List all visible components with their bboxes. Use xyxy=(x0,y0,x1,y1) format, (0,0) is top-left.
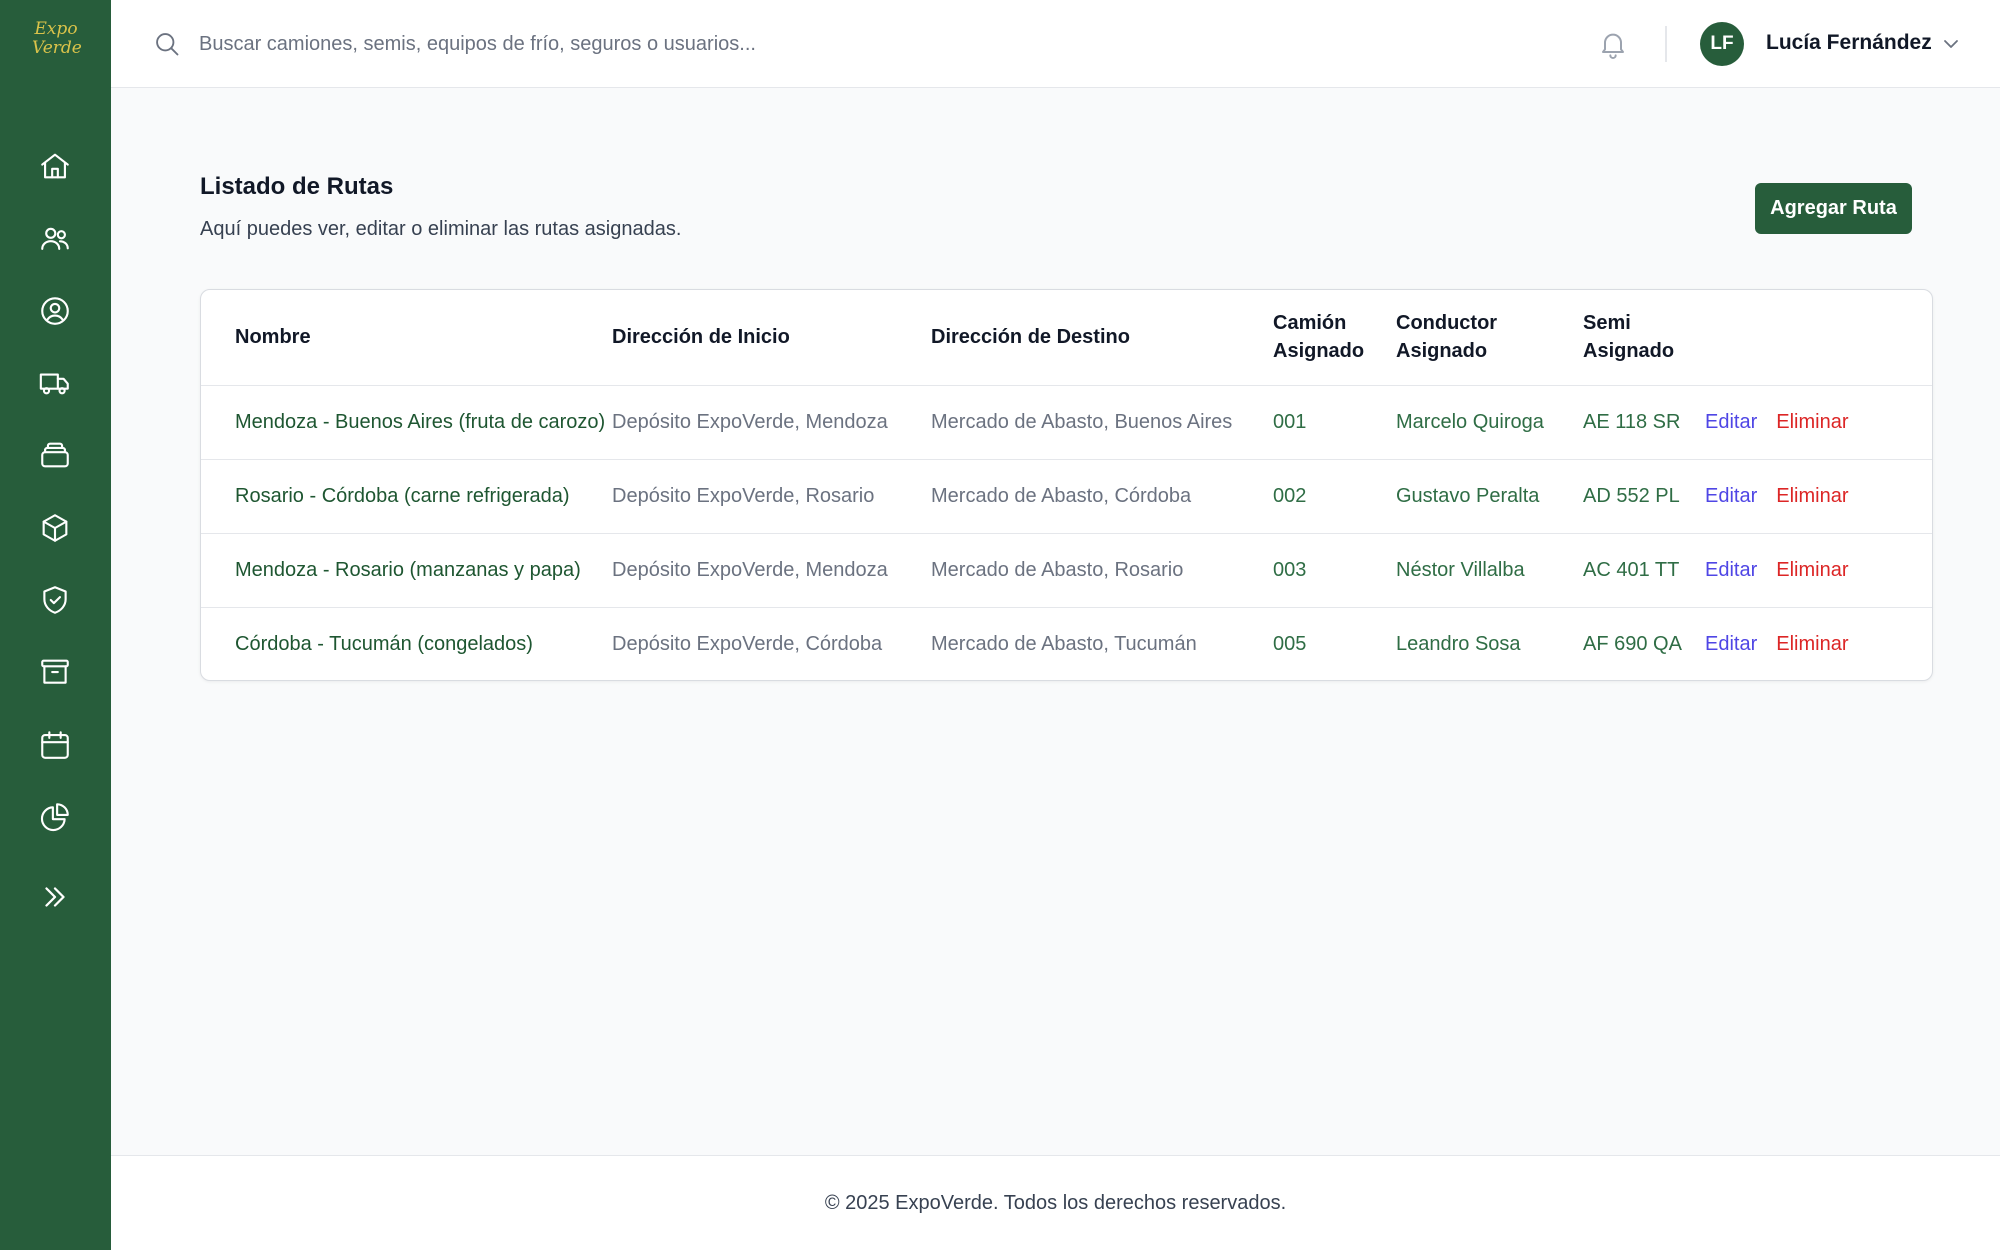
route-start: Depósito ExpoVerde, Mendoza xyxy=(612,558,888,581)
page-title: Listado de Rutas xyxy=(200,173,394,200)
route-semi: AE 118 SR xyxy=(1583,410,1681,433)
route-name: Córdoba - Tucumán (congelados) xyxy=(235,632,533,655)
col-header-driver: Conductor Asignado xyxy=(1396,312,1498,363)
topbar: LF Lucía Fernández xyxy=(111,0,2000,88)
table-row: Rosario - Córdoba (carne refrigerada) De… xyxy=(201,459,1932,533)
route-destination: Mercado de Abasto, Córdoba xyxy=(931,484,1192,507)
shield-check-icon[interactable] xyxy=(38,583,72,617)
col-header-actions xyxy=(1679,290,1932,385)
header-divider xyxy=(1665,26,1667,62)
route-truck: 002 xyxy=(1273,484,1307,507)
stack-icon[interactable] xyxy=(38,438,72,472)
footer-copyright: © 2025 ExpoVerde. Todos los derechos res… xyxy=(824,1192,1287,1214)
route-start: Depósito ExpoVerde, Córdoba xyxy=(612,632,883,655)
user-name[interactable]: Lucía Fernández xyxy=(1766,31,1932,55)
edit-link[interactable]: Editar xyxy=(1705,633,1757,655)
route-driver: Gustavo Peralta xyxy=(1396,484,1540,507)
route-truck: 003 xyxy=(1273,558,1307,581)
col-header-destination: Dirección de Destino xyxy=(931,326,1130,349)
delete-link[interactable]: Eliminar xyxy=(1776,633,1848,655)
delete-link[interactable]: Eliminar xyxy=(1776,411,1848,433)
route-driver: Marcelo Quiroga xyxy=(1396,410,1544,433)
col-header-truck: Camión Asignado xyxy=(1273,312,1365,363)
route-name: Mendoza - Rosario (manzanas y papa) xyxy=(235,558,581,581)
edit-link[interactable]: Editar xyxy=(1705,559,1757,581)
route-name: Mendoza - Buenos Aires (fruta de carozo) xyxy=(235,410,606,433)
table-header-row: Nombre Dirección de Inicio Dirección de … xyxy=(201,290,1932,385)
users-icon[interactable] xyxy=(38,222,72,256)
routes-table-card: Nombre Dirección de Inicio Dirección de … xyxy=(200,289,1933,681)
route-destination: Mercado de Abasto, Buenos Aires xyxy=(931,410,1233,433)
search-input[interactable] xyxy=(199,22,1099,66)
route-semi: AD 552 PL xyxy=(1583,484,1680,507)
route-driver: Leandro Sosa xyxy=(1396,632,1521,655)
route-actions: Editar Eliminar xyxy=(1679,533,1932,607)
truck-icon[interactable] xyxy=(38,366,72,400)
avatar-initials: LF xyxy=(1710,33,1734,54)
delete-link[interactable]: Eliminar xyxy=(1776,559,1848,581)
route-semi: AF 690 QA xyxy=(1583,632,1682,655)
route-driver: Néstor Villalba xyxy=(1396,558,1525,581)
table-row: Córdoba - Tucumán (congelados) Depósito … xyxy=(201,607,1932,680)
footer: © 2025 ExpoVerde. Todos los derechos res… xyxy=(111,1155,2000,1250)
bell-icon[interactable] xyxy=(1597,28,1629,60)
col-header-name: Nombre xyxy=(235,326,311,349)
archive-icon[interactable] xyxy=(38,655,72,689)
logo-line1: Expo xyxy=(34,19,78,39)
route-destination: Mercado de Abasto, Tucumán xyxy=(931,632,1197,655)
route-name: Rosario - Córdoba (carne refrigerada) xyxy=(235,484,570,507)
home-icon[interactable] xyxy=(38,149,72,183)
route-semi: AC 401 TT xyxy=(1583,558,1680,581)
route-actions: Editar Eliminar xyxy=(1679,459,1932,533)
search-icon xyxy=(156,33,179,56)
route-start: Depósito ExpoVerde, Mendoza xyxy=(612,410,888,433)
cube-icon[interactable] xyxy=(38,511,72,545)
calendar-icon[interactable] xyxy=(38,728,72,762)
delete-link[interactable]: Eliminar xyxy=(1776,485,1848,507)
avatar[interactable]: LF xyxy=(1700,22,1744,66)
edit-link[interactable]: Editar xyxy=(1705,411,1757,433)
table-row: Mendoza - Rosario (manzanas y papa) Depó… xyxy=(201,533,1932,607)
pie-chart-icon[interactable] xyxy=(38,800,72,834)
expoverde-logo[interactable]: Expo Verde xyxy=(32,19,82,64)
add-route-button[interactable]: Agregar Ruta xyxy=(1755,183,1912,234)
table-row: Mendoza - Buenos Aires (fruta de carozo)… xyxy=(201,385,1932,459)
chevron-down-icon[interactable] xyxy=(1939,32,1963,56)
routes-table: Nombre Dirección de Inicio Dirección de … xyxy=(201,290,1932,680)
route-truck: 005 xyxy=(1273,632,1307,655)
logo-line2: Verde xyxy=(32,38,82,58)
route-actions: Editar Eliminar xyxy=(1679,385,1932,459)
chevrons-right-icon[interactable] xyxy=(38,880,72,914)
route-truck: 001 xyxy=(1273,410,1307,433)
route-start: Depósito ExpoVerde, Rosario xyxy=(612,484,875,507)
col-header-start: Dirección de Inicio xyxy=(612,326,790,349)
route-destination: Mercado de Abasto, Rosario xyxy=(931,558,1184,581)
col-header-semi: Semi Asignado xyxy=(1583,312,1675,363)
edit-link[interactable]: Editar xyxy=(1705,485,1757,507)
sidebar: Expo Verde xyxy=(0,0,111,1250)
user-circle-icon[interactable] xyxy=(38,294,72,328)
page-subtitle: Aquí puedes ver, editar o eliminar las r… xyxy=(200,218,682,240)
route-actions: Editar Eliminar xyxy=(1679,607,1932,680)
